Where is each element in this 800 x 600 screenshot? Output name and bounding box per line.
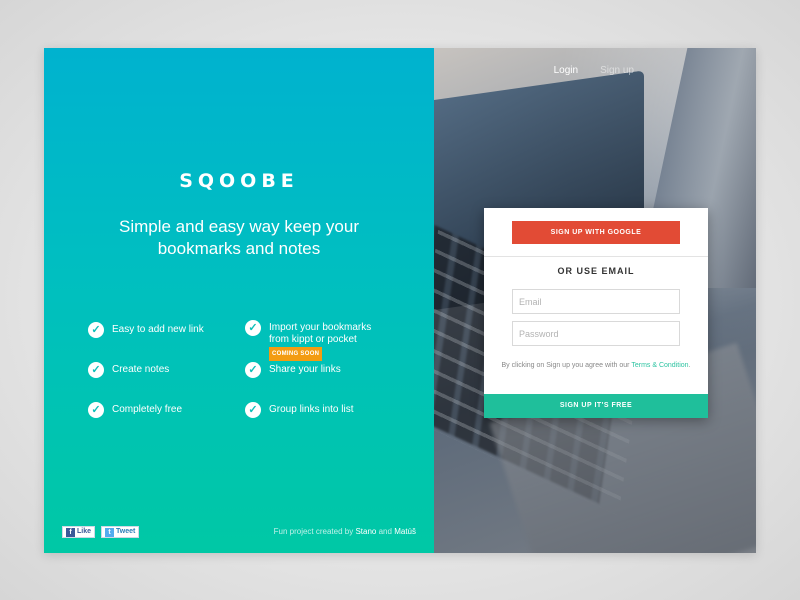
feature-item: ✓ Share your links	[245, 362, 341, 378]
landing-frame: SQOOBE Simple and easy way keep your boo…	[44, 48, 756, 553]
feature-label: Group links into list	[269, 404, 354, 415]
facebook-like-button[interactable]: f Like	[62, 526, 96, 538]
signup-link[interactable]: Sign up	[600, 65, 634, 76]
feature-item: ✓ Completely free	[88, 402, 182, 418]
feature-item: ✓ Import your bookmarks from kippt or po…	[245, 320, 385, 361]
credits-and: and	[378, 527, 392, 536]
tagline: Simple and easy way keep your bookmarks …	[118, 217, 360, 258]
twitter-tweet-button[interactable]: t Tweet	[101, 526, 140, 538]
check-icon: ✓	[88, 402, 104, 418]
card-divider	[484, 256, 708, 257]
feature-label: Easy to add new link	[112, 324, 204, 335]
credits: Fun project created by Stano and Matúš	[274, 527, 416, 536]
or-use-email-label: OR USE EMAIL	[557, 266, 635, 276]
feature-item: ✓ Create notes	[88, 362, 169, 378]
feature-label: Create notes	[112, 364, 170, 375]
terms-link[interactable]: Terms & Condition	[631, 362, 688, 369]
facebook-like-label: Like	[77, 528, 92, 535]
feature-label: Share your links	[269, 364, 341, 375]
email-input[interactable]	[512, 289, 680, 314]
google-signup-button[interactable]: SIGN UP WITH GOOGLE	[512, 221, 680, 244]
feature-item: ✓ Easy to add new link	[88, 322, 204, 338]
check-icon: ✓	[88, 362, 104, 378]
credits-prefix: Fun project created by	[273, 527, 354, 536]
terms-notice: By clicking on Sign up you agree with ou…	[501, 362, 691, 369]
coming-soon-badge: COMING SOON	[269, 347, 323, 361]
login-link[interactable]: Login	[554, 65, 578, 76]
feature-item: ✓ Group links into list	[245, 402, 353, 418]
social-buttons: f Like t Tweet	[62, 526, 140, 538]
agree-text: By clicking on Sign up you agree with ou…	[501, 362, 630, 369]
feature-label: Completely free	[112, 404, 183, 415]
author-link-stano[interactable]: Stano	[355, 527, 376, 536]
logo: SQOOBE	[179, 170, 299, 192]
password-input[interactable]	[512, 321, 680, 346]
check-icon: ✓	[245, 402, 261, 418]
check-icon: ✓	[245, 362, 261, 378]
signup-card: SIGN UP WITH GOOGLE OR USE EMAIL By clic…	[484, 208, 708, 418]
check-icon: ✓	[88, 322, 104, 338]
left-panel: SQOOBE Simple and easy way keep your boo…	[44, 48, 434, 553]
feature-label: Import your bookmarks from kippt or pock…	[269, 322, 372, 345]
signup-submit-button[interactable]: SIGN UP IT'S FREE	[484, 394, 708, 418]
author-link-matus[interactable]: Matúš	[394, 527, 416, 536]
facebook-icon: f	[66, 527, 75, 537]
check-icon: ✓	[245, 320, 261, 336]
top-nav: Login Sign up	[554, 65, 634, 76]
twitter-icon: t	[105, 527, 115, 537]
twitter-tweet-label: Tweet	[116, 528, 136, 535]
